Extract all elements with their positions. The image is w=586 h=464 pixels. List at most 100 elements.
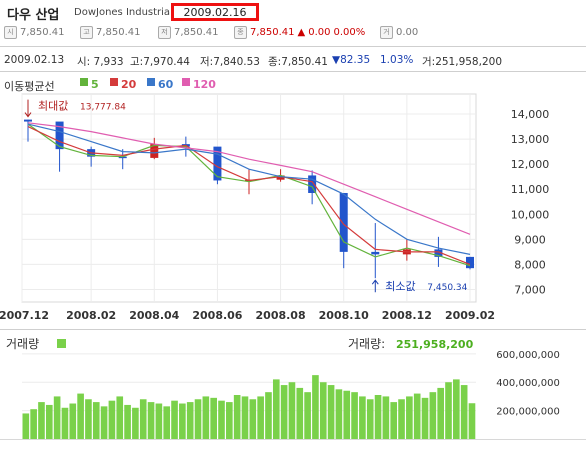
volume-bar [155,403,163,439]
volume-bar [85,399,92,439]
info-open: 시: 7,933 [77,56,124,68]
info-change-pct: 1.03% [380,54,414,66]
volume-bar [327,385,335,439]
x-tick-label: 2008.10 [319,309,369,322]
volume-bar [265,392,272,439]
y-tick-label: 11,000 [511,183,550,196]
title-bar: 다우 산업 DowJones Industrial 2009.02.16 [0,0,586,24]
volume-bar [226,402,233,439]
info-high: 고:7,970.44 [130,56,190,68]
quote-low: 저 7,850.41 [158,26,219,39]
close-icon: 종 [234,26,247,39]
volume-bar [116,396,124,439]
open-icon: 시 [4,26,17,39]
change-arrow-icon: ▲ [297,27,306,38]
x-tick-label: 2007.12 [0,309,49,322]
y-tick-label: 8,000 [514,258,546,271]
quote-high-value: 7,850.41 [96,27,141,38]
info-low: 저:7,840.53 [200,56,260,68]
volume-bar [171,400,178,439]
quote-open-value: 7,850.41 [20,27,65,38]
candle-body [371,251,380,255]
volume-bar [100,406,108,439]
volume-bar [61,407,69,439]
plot-area [21,93,477,303]
quote-row: 시 7,850.41 고 7,850.41 저 7,850.41 종 7,850… [0,24,586,42]
volume-bar [257,396,264,439]
date-selector[interactable]: 2009.02.16 [171,3,259,21]
volume-bar [69,403,77,439]
volume-bar [53,396,61,439]
info-row: 2009.02.13 시: 7,933 고:7,970.44 저:7,840.5… [0,52,586,68]
volume-bar [366,399,374,439]
volume-bar [272,379,280,439]
volume-bar [453,379,460,439]
volume-title: 거래량 [6,337,39,351]
info-date: 2009.02.13 [4,54,65,66]
volume-bar [124,404,131,439]
volume-swatch [57,339,66,348]
volume-bar [218,400,225,439]
volume-bar [92,402,100,439]
x-tick-label: 2008.12 [382,309,432,322]
volume-bar [359,396,366,439]
volume-bar [296,387,304,439]
quote-high: 고 7,850.41 [80,26,141,39]
volume-value: 251,958,200 [396,338,474,351]
volume-bar [163,406,171,439]
x-tick-label: 2009.02 [445,309,495,322]
volume-icon: 거 [380,26,393,39]
volume-bar [437,387,444,439]
volume-bar [22,413,30,439]
volume-bar [241,396,249,439]
volume-bar [468,403,476,439]
quote-close: 종 7,850.41 ▲ 0.00 0.00% [234,26,365,39]
volume-bar [312,375,319,439]
quote-volume: 거 0.00 [380,26,418,39]
candle-body [308,175,317,193]
info-close: 종:7,850.41 [268,56,328,68]
quote-volume-value: 0.00 [396,27,419,38]
ma-60-swatch [147,78,155,86]
volume-bar [413,393,421,439]
y-tick-label: 9,000 [514,233,546,246]
volume-chart: 거래량 거래량: 251,958,200 200,000,000 400,000,000… [0,329,586,464]
volume-bar [421,397,429,439]
quote-change-pct: 0.00% [333,27,366,38]
volume-bar [319,382,327,439]
volume-bar [179,403,186,439]
volume-bar [108,400,116,439]
quote-close-value: 7,850.41 [250,27,295,38]
y-tick-label: 12,000 [511,158,550,171]
volume-bar [186,402,194,439]
volume-bar [147,402,155,439]
volume-bar [374,395,382,439]
volume-bar [132,407,139,439]
volume-bar [288,382,296,439]
ma-120-swatch [182,78,190,86]
volume-bar [280,385,288,439]
y-tick-label: 14,000 [511,108,550,121]
low-icon: 저 [158,26,171,39]
info-volume: 거:251,958,200 [422,56,502,68]
y-tick-label: 13,000 [511,133,550,146]
volume-bar [335,389,343,439]
quote-low-value: 7,850.41 [174,27,219,38]
volume-bar [429,392,437,439]
y-tick-label: 600,000,000 [496,350,560,361]
volume-bar [406,396,413,439]
candle-body [24,119,32,122]
high-icon: 고 [80,26,93,39]
volume-bar [304,392,311,439]
ma-5-swatch [80,78,88,86]
x-tick-label: 2008.04 [129,309,179,322]
volume-bar [210,397,217,439]
min-label: 최소값 [385,280,415,293]
volume-bar [194,399,202,439]
y-tick-label: 10,000 [511,208,550,221]
price-chart: 7,000 8,000 9,000 10,000 11,000 12,000 13,000 1… [0,93,550,322]
volume-bar [390,402,398,439]
volume-bar [445,382,452,439]
index-name: 다우 산업 [7,8,60,23]
y-tick-label: 7,000 [514,283,546,296]
